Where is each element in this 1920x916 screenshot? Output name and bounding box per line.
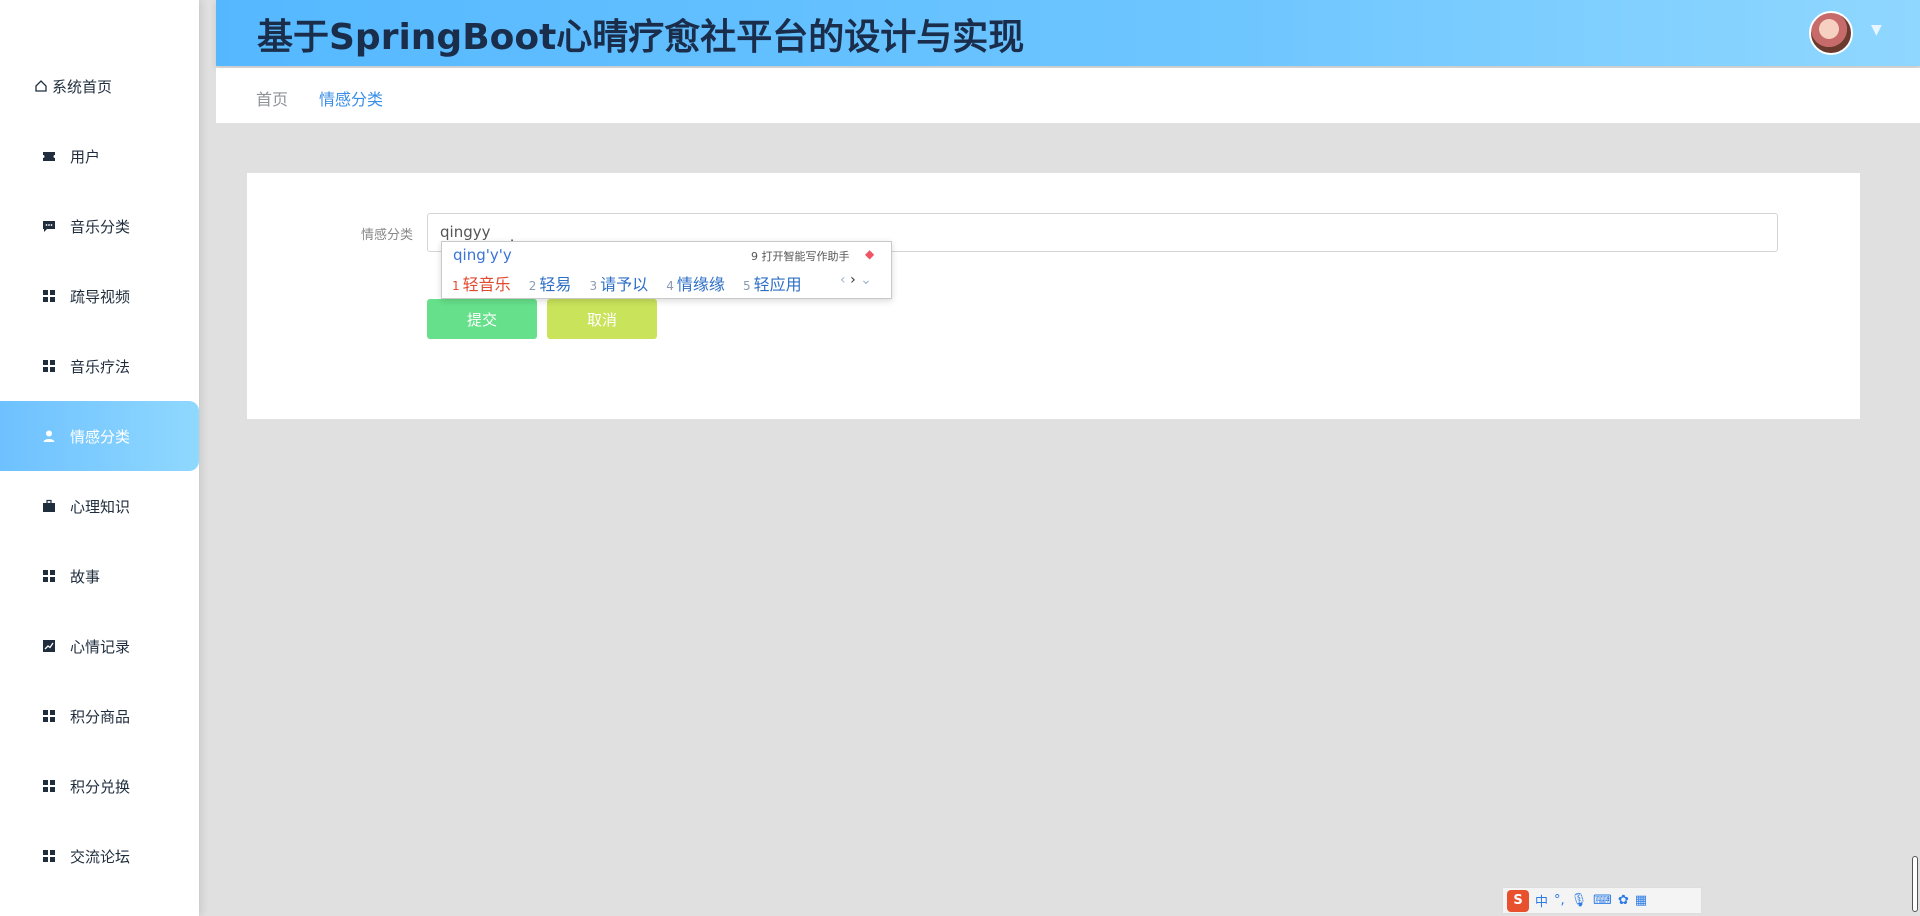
grid-icon	[42, 359, 56, 373]
ime-candidate[interactable]: 2 轻易	[529, 271, 572, 295]
sidebar-item-label: 音乐疗法	[70, 357, 131, 376]
sidebar-item-psych-knowledge[interactable]: 心理知识	[0, 471, 199, 541]
ime-candidate[interactable]: 5 轻应用	[743, 271, 802, 295]
submit-button[interactable]: 提交	[427, 299, 537, 339]
ime-composition: qing'y'y	[453, 246, 512, 264]
sidebar-item-users[interactable]: 用户	[0, 121, 199, 191]
page-title: 基于SpringBoot心晴疗愈社平台的设计与实现	[257, 17, 1025, 58]
punctuation-toggle[interactable]: °,	[1554, 893, 1565, 908]
sidebar-item-label: 用户	[70, 147, 101, 166]
sidebar-item-points-exchange[interactable]: 积分兑换	[0, 751, 199, 821]
sidebar-item-music-therapy[interactable]: 音乐疗法	[0, 331, 199, 401]
sidebar-item-stories[interactable]: 故事	[0, 541, 199, 611]
breadcrumb-home[interactable]: 首页	[256, 86, 288, 110]
sidebar-item-label: 心情记录	[70, 637, 131, 656]
toolbox-icon[interactable]: ▦	[1635, 893, 1647, 908]
chevron-down-icon[interactable]: ▼	[1871, 22, 1882, 38]
scrollbar-handle[interactable]	[1912, 856, 1918, 912]
user-icon	[42, 429, 56, 443]
sidebar-item-mood-record[interactable]: 心情记录	[0, 611, 199, 681]
ime-assist-link[interactable]: 9 打开智能写作助手	[751, 248, 850, 264]
ime-candidate[interactable]: 4 情缘缘	[666, 271, 725, 295]
ime-candidate[interactable]: 1 轻音乐	[452, 271, 511, 295]
sidebar-item-emotion-category[interactable]: 情感分类	[0, 401, 199, 471]
ime-candidate-popup: qing'y'y 9 打开智能写作助手 ◆ 1 轻音乐 2 轻易 3 请予以 4 情缘缘…	[441, 241, 892, 299]
sidebar-item-label: 系统首页	[52, 77, 113, 96]
chat-icon	[42, 219, 56, 233]
sidebar-item-music-category[interactable]: 音乐分类	[0, 191, 199, 261]
skin-icon[interactable]: ✿	[1618, 893, 1629, 908]
sidebar-item-points-goods[interactable]: 积分商品	[0, 681, 199, 751]
sogou-logo-icon[interactable]: S	[1507, 889, 1529, 912]
sidebar-item-home[interactable]: 系统首页	[0, 51, 199, 121]
grid-icon	[42, 709, 56, 723]
ticket-icon	[42, 149, 56, 163]
breadcrumb-current: 情感分类	[319, 90, 384, 109]
mascot-icon: ◆	[865, 247, 875, 261]
ime-candidate-list: 1 轻音乐 2 轻易 3 请予以 4 情缘缘 5 轻应用	[452, 271, 815, 295]
sidebar-item-label: 积分兑换	[70, 777, 131, 796]
ime-mode-toggle[interactable]: 中	[1535, 891, 1548, 910]
sidebar-item-label: 音乐分类	[70, 217, 131, 236]
home-icon	[34, 79, 48, 93]
keyboard-icon[interactable]: ⌨	[1593, 893, 1612, 908]
ime-toolbar: S 中 °, 🎙 ⌨ ✿ ▦	[1502, 887, 1702, 914]
grid-icon	[42, 289, 56, 303]
field-label: 情感分类	[361, 228, 414, 243]
sidebar-item-label: 积分商品	[70, 707, 131, 726]
sidebar-item-label: 故事	[70, 567, 101, 586]
sidebar-item-label: 疏导视频	[70, 287, 131, 306]
sidebar: 系统首页 用户 音乐分类 疏导视频 音乐疗法 情感分类 心理知识 故事 心情记录…	[0, 0, 199, 916]
header: 基于SpringBoot心晴疗愈社平台的设计与实现 ▼	[216, 0, 1920, 66]
sidebar-item-guidance-video[interactable]: 疏导视频	[0, 261, 199, 331]
microphone-icon[interactable]: 🎙	[1571, 893, 1588, 908]
sidebar-item-forum[interactable]: 交流论坛	[0, 821, 199, 891]
cancel-button[interactable]: 取消	[547, 299, 657, 339]
grid-icon	[42, 569, 56, 583]
grid-icon	[42, 849, 56, 863]
avatar[interactable]	[1809, 11, 1853, 55]
chart-icon	[42, 639, 56, 653]
briefcase-icon	[42, 499, 56, 513]
breadcrumb: 首页 情感分类	[216, 68, 1920, 123]
grid-icon	[42, 779, 56, 793]
sidebar-item-label: 情感分类	[70, 427, 131, 446]
sidebar-item-label: 心理知识	[70, 497, 131, 516]
ime-page-nav[interactable]: ‹ › ⌄	[840, 272, 872, 288]
ime-candidate[interactable]: 3 请予以	[590, 271, 649, 295]
sidebar-item-label: 交流论坛	[70, 847, 131, 866]
